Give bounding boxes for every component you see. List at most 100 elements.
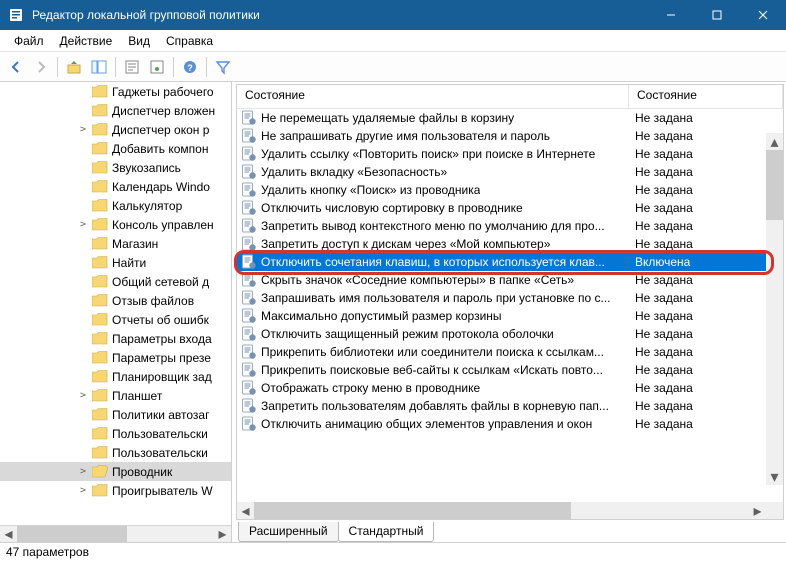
tree-item[interactable]: >Диспетчер окон р (0, 120, 231, 139)
expand-icon[interactable] (76, 351, 90, 365)
tree-item[interactable]: Гаджеты рабочего (0, 82, 231, 101)
menu-action[interactable]: Действие (52, 32, 121, 50)
list-row[interactable]: Удалить кнопку «Поиск» из проводникаНе з… (237, 181, 783, 199)
expand-icon[interactable] (76, 370, 90, 384)
refresh-button[interactable] (145, 55, 169, 79)
scroll-thumb[interactable] (254, 502, 571, 519)
back-button[interactable] (4, 55, 28, 79)
expand-icon[interactable] (76, 237, 90, 251)
list-row[interactable]: Отключить защищенный режим протокола обо… (237, 325, 783, 343)
tree-item[interactable]: Калькулятор (0, 196, 231, 215)
list-row[interactable]: Отображать строку меню в проводникеНе за… (237, 379, 783, 397)
expand-icon[interactable] (76, 275, 90, 289)
column-state[interactable]: Состояние (629, 85, 783, 109)
scroll-down-icon[interactable]: ▾ (766, 468, 783, 485)
list-row[interactable]: Запретить доступ к дискам через «Мой ком… (237, 235, 783, 253)
policy-name: Запретить вывод контекстного меню по умо… (261, 219, 605, 233)
maximize-button[interactable] (694, 0, 740, 30)
tree-item[interactable]: Политики автозаг (0, 405, 231, 424)
tree-item[interactable]: >Проводник (0, 462, 231, 481)
expand-icon[interactable] (76, 85, 90, 99)
expand-icon[interactable]: > (76, 218, 90, 232)
list-row[interactable]: Запретить вывод контекстного меню по умо… (237, 217, 783, 235)
tree-item[interactable]: Пользовательски (0, 424, 231, 443)
expand-icon[interactable] (76, 142, 90, 156)
list-v-scrollbar[interactable]: ▴ ▾ (766, 133, 783, 485)
tree-item[interactable]: Параметры презе (0, 348, 231, 367)
expand-icon[interactable] (76, 161, 90, 175)
tree-item[interactable]: Добавить компон (0, 139, 231, 158)
properties-button[interactable] (120, 55, 144, 79)
scroll-right-icon[interactable]: ▸ (214, 526, 231, 543)
scroll-thumb[interactable] (17, 526, 127, 542)
list-row[interactable]: Отключить сочетания клавиш, в которых ис… (237, 253, 783, 271)
tree-item[interactable]: Планировщик зад (0, 367, 231, 386)
scroll-up-icon[interactable]: ▴ (766, 133, 783, 150)
expand-icon[interactable]: > (76, 465, 90, 479)
column-name[interactable]: Состояние (237, 85, 629, 109)
policy-state: Не задана (635, 399, 693, 413)
scroll-left-icon[interactable]: ◂ (237, 502, 254, 519)
menu-help[interactable]: Справка (158, 32, 221, 50)
show-hide-tree-button[interactable] (87, 55, 111, 79)
tree-item[interactable]: Параметры входа (0, 329, 231, 348)
expand-icon[interactable] (76, 332, 90, 346)
policy-icon (241, 128, 257, 144)
tree-item[interactable]: Магазин (0, 234, 231, 253)
expand-icon[interactable] (76, 427, 90, 441)
tree-item[interactable]: >Проигрыватель W (0, 481, 231, 500)
help-button[interactable]: ? (178, 55, 202, 79)
expand-icon[interactable] (76, 313, 90, 327)
tree-item[interactable]: Отчеты об ошибк (0, 310, 231, 329)
expand-icon[interactable] (76, 256, 90, 270)
tree-item[interactable]: Календарь Windo (0, 177, 231, 196)
list-row[interactable]: Отключить анимацию общих элементов управ… (237, 415, 783, 433)
list-row[interactable]: Скрыть значок «Соседние компьютеры» в па… (237, 271, 783, 289)
expand-icon[interactable] (76, 446, 90, 460)
expand-icon[interactable]: > (76, 123, 90, 137)
tree-item-label: Калькулятор (112, 199, 182, 213)
list-row[interactable]: Не запрашивать другие имя пользователя и… (237, 127, 783, 145)
expand-icon[interactable] (76, 104, 90, 118)
tree-item[interactable]: Найти (0, 253, 231, 272)
tree-item[interactable]: Пользовательски (0, 443, 231, 462)
minimize-button[interactable] (648, 0, 694, 30)
scroll-right-icon[interactable]: ▸ (749, 502, 766, 519)
close-button[interactable] (740, 0, 786, 30)
expand-icon[interactable] (76, 180, 90, 194)
tree-item[interactable]: Диспетчер вложен (0, 101, 231, 120)
list-row[interactable]: Отключить числовую сортировку в проводни… (237, 199, 783, 217)
scroll-thumb[interactable] (766, 150, 783, 220)
list-row[interactable]: Запретить пользователям добавлять файлы … (237, 397, 783, 415)
list-row[interactable]: Прикрепить поисковые веб-сайты к ссылкам… (237, 361, 783, 379)
tree-item[interactable]: Звукозапись (0, 158, 231, 177)
up-button[interactable] (62, 55, 86, 79)
policy-name: Запрашивать имя пользователя и пароль пр… (261, 291, 611, 305)
scroll-left-icon[interactable]: ◂ (0, 526, 17, 543)
expand-icon[interactable]: > (76, 484, 90, 498)
list-row[interactable]: Запрашивать имя пользователя и пароль пр… (237, 289, 783, 307)
tab-extended[interactable]: Расширенный (238, 522, 339, 542)
expand-icon[interactable] (76, 408, 90, 422)
expand-icon[interactable]: > (76, 389, 90, 403)
tab-standard[interactable]: Стандартный (338, 522, 435, 542)
expand-icon[interactable] (76, 199, 90, 213)
expand-icon[interactable] (76, 294, 90, 308)
tree-item[interactable]: >Консоль управлен (0, 215, 231, 234)
list-row[interactable]: Удалить ссылку «Повторить поиск» при пои… (237, 145, 783, 163)
list-row[interactable]: Прикрепить библиотеки или соединители по… (237, 343, 783, 361)
tree-item[interactable]: Отзыв файлов (0, 291, 231, 310)
tree-item[interactable]: >Планшет (0, 386, 231, 405)
tree-item[interactable]: Общий сетевой д (0, 272, 231, 291)
separator (57, 57, 58, 77)
forward-button[interactable] (29, 55, 53, 79)
list-row[interactable]: Не перемещать удаляемые файлы в корзинуН… (237, 109, 783, 127)
list-row[interactable]: Удалить вкладку «Безопасность»Не задана (237, 163, 783, 181)
menu-file[interactable]: Файл (6, 32, 52, 50)
tree-h-scrollbar[interactable]: ◂ ▸ (0, 525, 231, 542)
list-h-scrollbar[interactable]: ◂ ▸ (237, 502, 766, 519)
list-row[interactable]: Максимально допустимый размер корзиныНе … (237, 307, 783, 325)
filter-button[interactable] (211, 55, 235, 79)
menu-view[interactable]: Вид (120, 32, 158, 50)
tree-item-label: Пользовательски (112, 427, 208, 441)
